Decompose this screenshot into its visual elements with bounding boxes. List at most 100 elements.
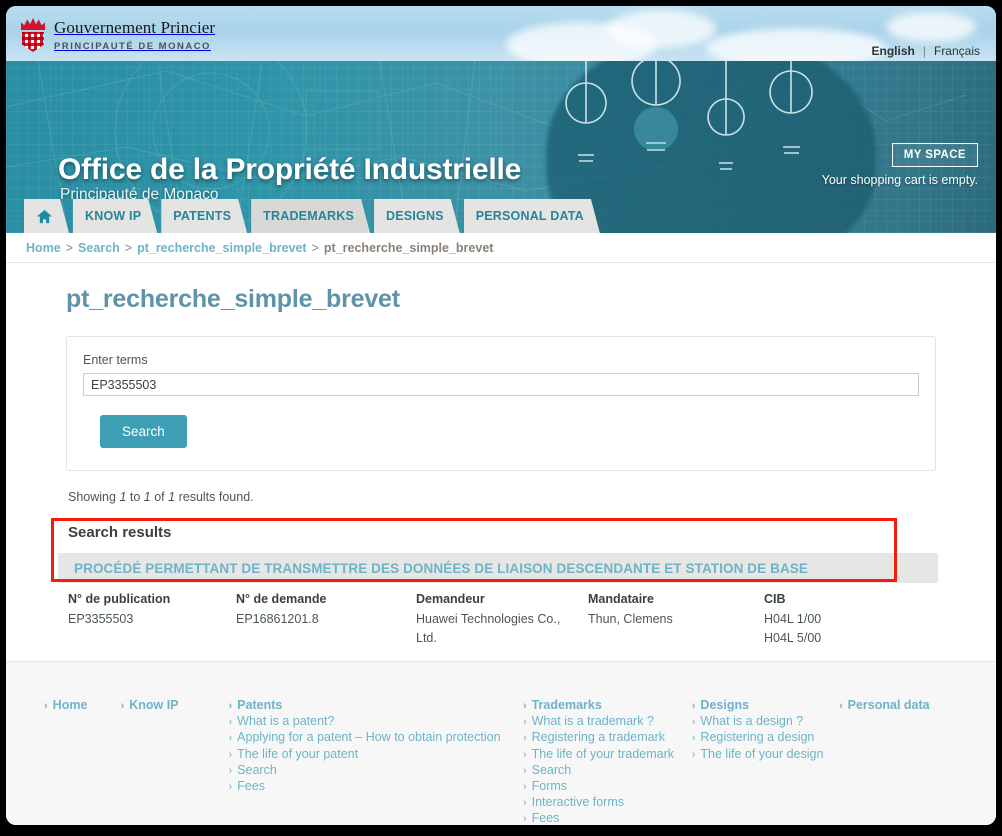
- column-header-publication: N° de publication: [68, 592, 171, 606]
- site-title: Office de la Propriété Industrielle: [58, 153, 522, 186]
- breadcrumb-item-search[interactable]: Search: [78, 241, 120, 255]
- my-space-button[interactable]: MY SPACE: [891, 143, 978, 167]
- breadcrumb: Home > Search > pt_recherche_simple_brev…: [6, 233, 996, 263]
- footer-link-what-is-a-patent[interactable]: › What is a patent?: [229, 714, 523, 730]
- column-header-representative: Mandataire: [588, 592, 654, 606]
- footer-link-registering-a-trademark[interactable]: › Registering a trademark: [523, 730, 692, 746]
- language-francais[interactable]: Français: [934, 44, 980, 58]
- footer-link-text: Fees: [237, 779, 265, 794]
- column-header-application: N° de demande: [236, 592, 327, 606]
- footer-heading-text: Home: [52, 698, 88, 712]
- footer-link-text: Registering a design: [700, 730, 815, 745]
- footer-link-trademarks-search[interactable]: › Search: [523, 763, 692, 779]
- footer-link-interactive-forms[interactable]: › Interactive forms: [523, 795, 692, 811]
- cloud-decoration: [606, 10, 716, 48]
- footer-link-what-is-a-trademark[interactable]: › What is a trademark ?: [523, 714, 692, 730]
- nav-item-home[interactable]: [24, 199, 69, 233]
- enter-terms-label: Enter terms: [83, 353, 148, 367]
- footer-heading-text: Know IP: [129, 698, 179, 712]
- cell-representative: Thun, Clemens: [588, 612, 673, 626]
- footer-link-text: Forms: [531, 779, 568, 794]
- cloud-decoration: [706, 28, 886, 61]
- footer-link-text: The life of your design: [700, 746, 824, 761]
- column-header-applicant: Demandeur: [416, 592, 485, 606]
- chevron-right-icon: ›: [228, 700, 233, 712]
- hero-banner: Office de la Propriété Industrielle Prin…: [6, 61, 996, 233]
- footer-heading-text: Patents: [237, 698, 283, 712]
- footer-link-text: Search: [237, 762, 277, 777]
- summary-from: 1: [119, 490, 127, 504]
- page-frame: Gouvernement Princier PRINCIPAUTÉ DE MON…: [6, 6, 996, 825]
- chevron-right-icon: ›: [228, 764, 233, 777]
- footer-link-home[interactable]: › Home: [44, 698, 121, 714]
- footer-column-know-ip: › Know IP: [121, 698, 229, 825]
- footer-link-registering-a-design[interactable]: › Registering a design: [692, 730, 839, 746]
- footer-link-text: What is a trademark ?: [531, 714, 654, 729]
- footer-heading-text: Designs: [700, 698, 750, 712]
- cell-ipc-codes: H04L 1/00 H04L 5/00: [764, 612, 822, 645]
- chevron-right-icon: ›: [522, 748, 527, 761]
- top-bar: Gouvernement Princier PRINCIPAUTÉ DE MON…: [6, 6, 996, 61]
- chevron-right-icon: ›: [522, 716, 527, 729]
- nav-item-know-ip[interactable]: KNOW IP: [73, 199, 157, 233]
- footer-link-what-is-a-design[interactable]: › What is a design ?: [692, 714, 839, 730]
- chevron-right-icon: ›: [44, 700, 48, 712]
- footer-link-patents-search[interactable]: › Search: [229, 763, 523, 779]
- footer-link-text: What is a patent?: [237, 714, 335, 729]
- footer-link-trademarks-forms[interactable]: › Forms: [523, 779, 692, 795]
- cell-applicant: Huawei Technologies Co., Ltd.: [416, 612, 561, 645]
- chevron-right-icon: ›: [228, 716, 233, 729]
- breadcrumb-item-pt-recherche[interactable]: pt_recherche_simple_brevet: [137, 241, 307, 255]
- result-title-band: PROCÉDÉ PERMETTANT DE TRANSMETTRE DES DO…: [58, 553, 938, 583]
- nav-item-personal-data[interactable]: PERSONAL DATA: [464, 199, 600, 233]
- search-results-heading: Search results: [68, 524, 172, 541]
- footer-link-trademarks-fees[interactable]: › Fees: [523, 811, 692, 825]
- chevron-right-icon: ›: [228, 748, 233, 761]
- chevron-right-icon: ›: [522, 764, 527, 777]
- chevron-right-icon: ›: [522, 781, 527, 794]
- chevron-right-icon: ›: [691, 700, 696, 712]
- footer-link-text: Applying for a patent – How to obtain pr…: [237, 730, 501, 745]
- search-terms-input[interactable]: [83, 373, 919, 396]
- chevron-right-icon: ›: [120, 700, 125, 712]
- footer-link-trademarks[interactable]: › Trademarks: [523, 698, 692, 714]
- footer-link-applying-for-a-patent[interactable]: › Applying for a patent – How to obtain …: [229, 730, 523, 746]
- search-submit-button[interactable]: Search: [100, 415, 187, 448]
- footer-column-designs: › Designs › What is a design ? › Registe…: [692, 698, 839, 825]
- chevron-right-icon: ›: [522, 813, 527, 825]
- table-header-row: N° de publication N° de demande Demandeu…: [68, 592, 948, 610]
- footer-link-patents-fees[interactable]: › Fees: [229, 779, 523, 795]
- footer-link-designs[interactable]: › Designs: [692, 698, 839, 714]
- nav-item-designs[interactable]: DESIGNS: [374, 199, 460, 233]
- footer-link-know-ip[interactable]: › Know IP: [121, 698, 229, 714]
- search-form-panel: Enter terms Search: [66, 336, 936, 471]
- summary-of: of: [154, 490, 165, 504]
- summary-mid: to: [129, 490, 141, 504]
- result-title-link[interactable]: PROCÉDÉ PERMETTANT DE TRANSMETTRE DES DO…: [74, 561, 808, 576]
- chevron-right-icon: ›: [691, 732, 696, 745]
- footer-link-patents[interactable]: › Patents: [229, 698, 523, 714]
- main-navigation: KNOW IP PATENTS TRADEMARKS DESIGNS PERSO…: [24, 199, 600, 233]
- summary-prefix: Showing: [68, 490, 116, 504]
- breadcrumb-item-home[interactable]: Home: [26, 241, 61, 255]
- page-title: pt_recherche_simple_brevet: [66, 285, 400, 313]
- chevron-right-icon: ›: [228, 781, 233, 794]
- footer-link-personal-data[interactable]: › Personal data: [839, 698, 996, 714]
- nav-item-patents[interactable]: PATENTS: [161, 199, 247, 233]
- chevron-right-icon: ›: [522, 732, 527, 745]
- nav-item-trademarks[interactable]: TRADEMARKS: [251, 199, 370, 233]
- chevron-right-icon: ›: [228, 732, 233, 745]
- chevron-right-icon: ›: [691, 748, 696, 761]
- footer-link-text: The life of your trademark: [531, 746, 675, 761]
- footer-link-life-of-your-trademark[interactable]: › The life of your trademark: [523, 747, 692, 763]
- site-footer: › Home › Know IP › Patents › What is a p…: [6, 661, 996, 825]
- results-table: N° de publication N° de demande Demandeu…: [68, 592, 948, 648]
- footer-link-life-of-your-design[interactable]: › The life of your design: [692, 747, 839, 763]
- language-english[interactable]: English: [872, 44, 915, 58]
- footer-link-life-of-your-patent[interactable]: › The life of your patent: [229, 747, 523, 763]
- logo-primary-text: Gouvernement Princier: [54, 18, 216, 37]
- breadcrumb-current: pt_recherche_simple_brevet: [323, 240, 494, 255]
- footer-link-text: The life of your patent: [237, 746, 359, 761]
- table-row: EP3355503 EP16861201.8 Huawei Technologi…: [68, 610, 948, 648]
- gouvernement-princier-logo[interactable]: Gouvernement Princier PRINCIPAUTÉ DE MON…: [20, 18, 215, 53]
